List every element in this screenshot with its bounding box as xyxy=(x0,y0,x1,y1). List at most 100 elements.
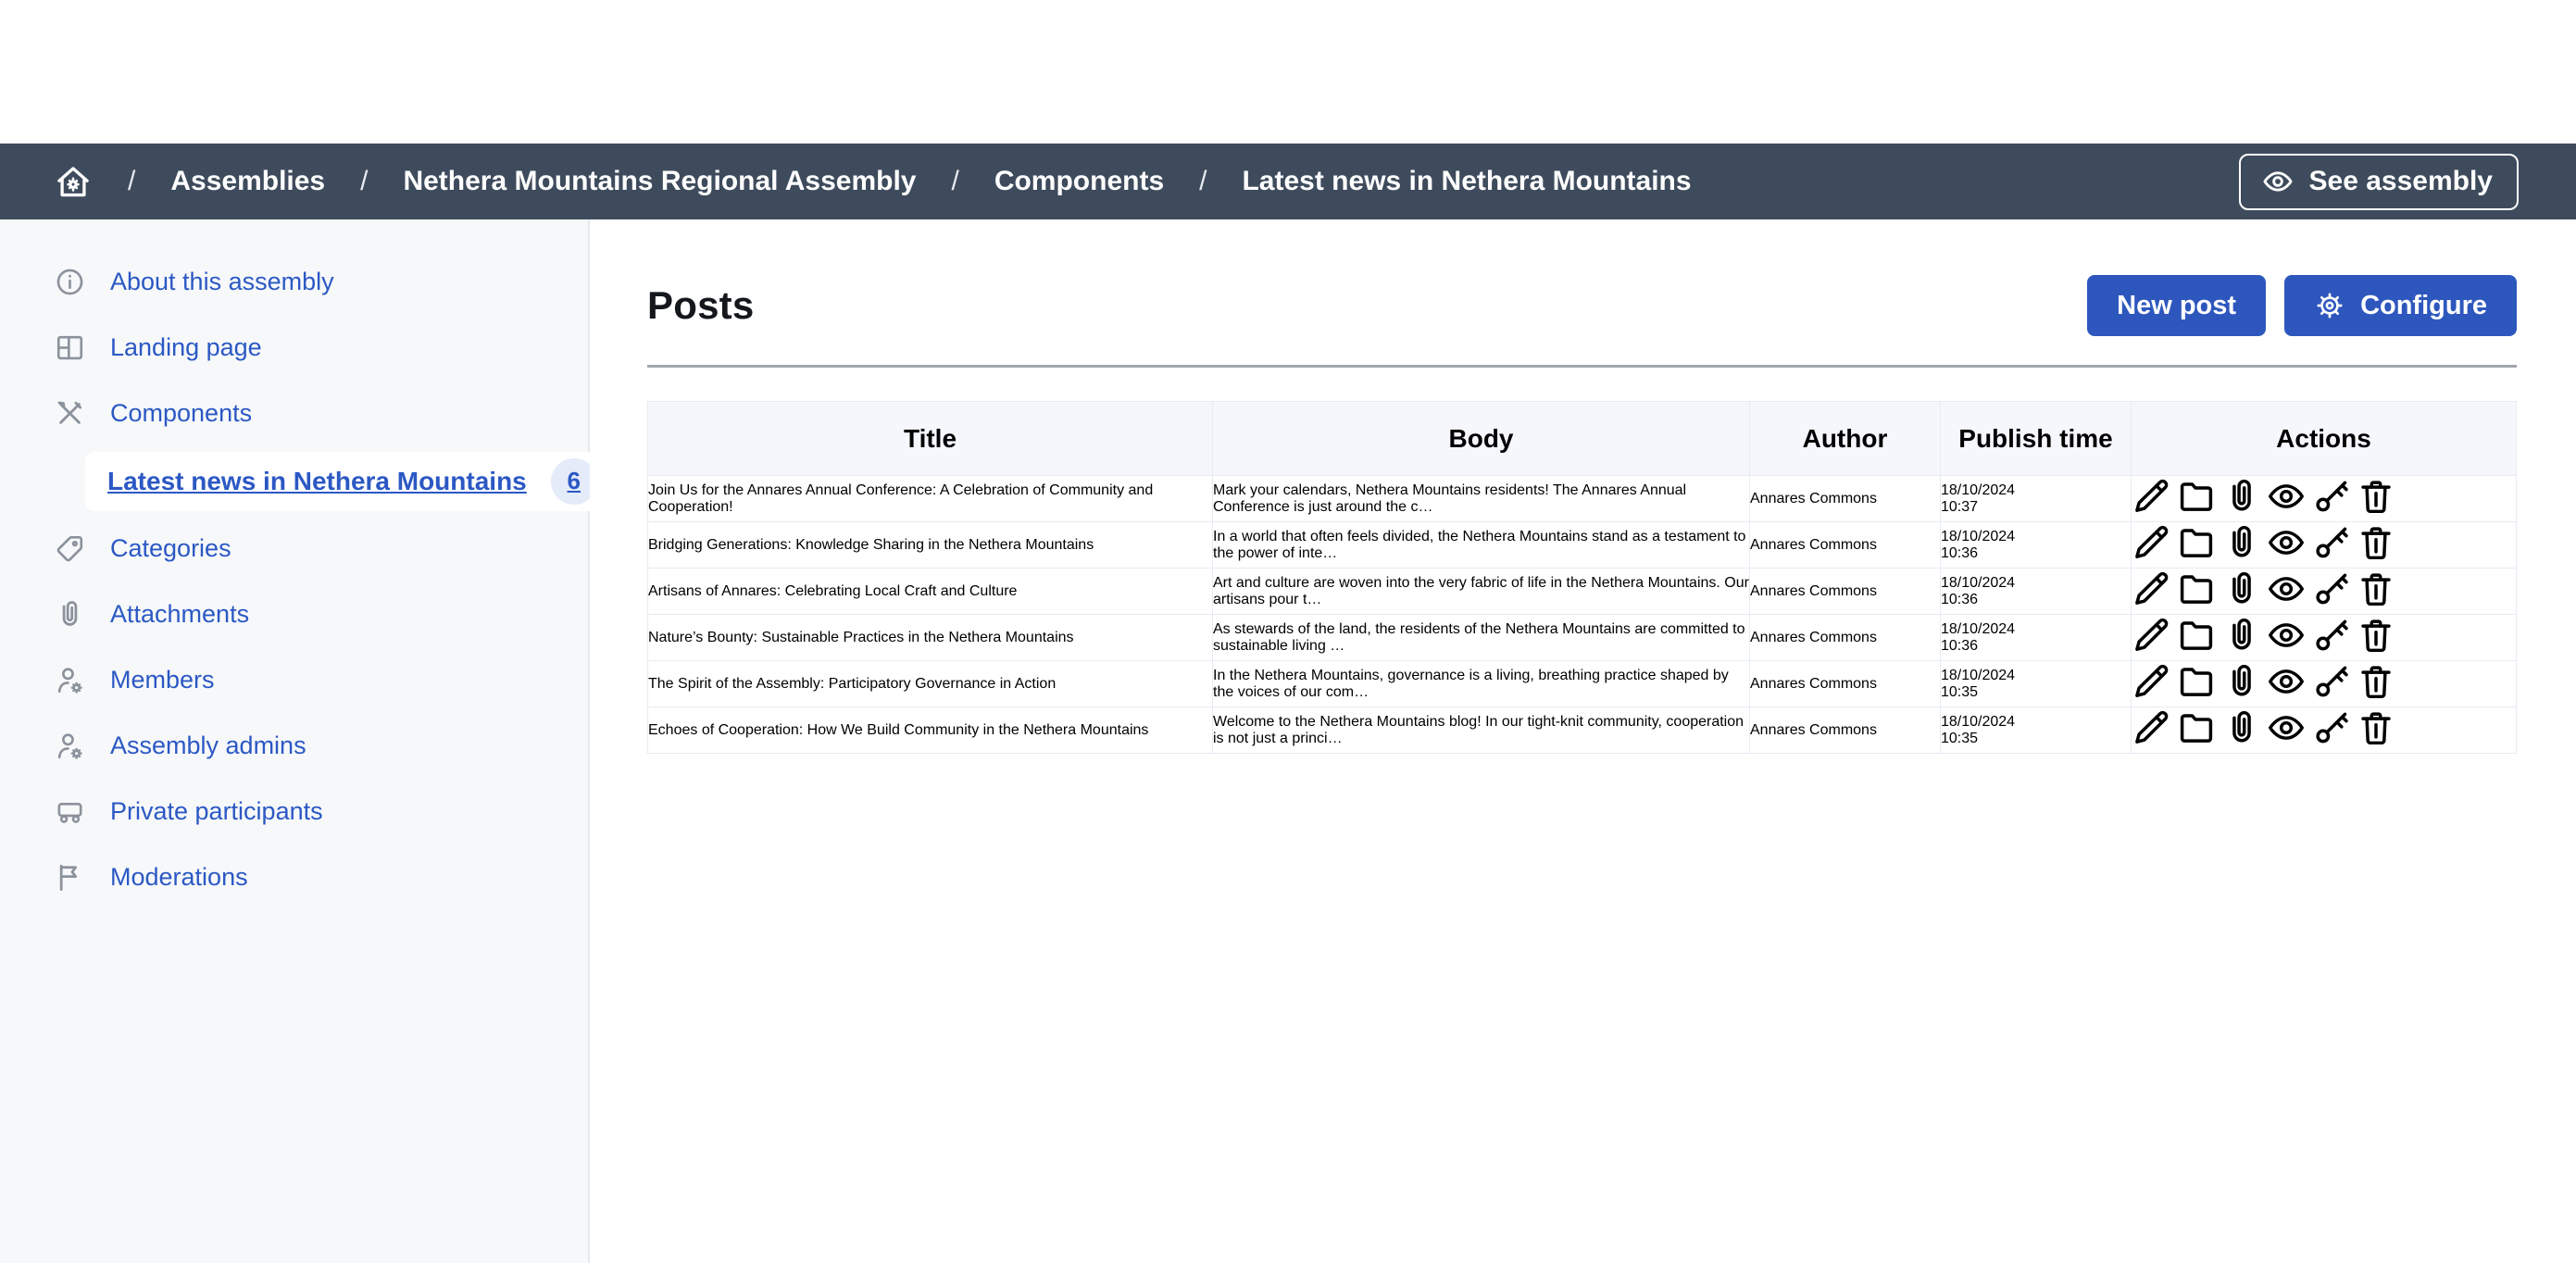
post-title-link[interactable]: The Spirit of the Assembly: Participator… xyxy=(648,676,1056,692)
see-assembly-button[interactable]: See assembly xyxy=(2239,154,2519,210)
column-header-author: Author xyxy=(1750,402,1941,476)
sidebar-item-label: About this assembly xyxy=(110,268,334,296)
preview-action eye-icon[interactable] xyxy=(2266,690,2307,706)
edit-action pencil-icon[interactable] xyxy=(2132,597,2172,613)
price-tag-icon xyxy=(54,532,86,565)
table-row: Bridging Generations: Knowledge Sharing … xyxy=(648,522,2517,569)
user-settings-icon xyxy=(54,730,86,762)
table-row: Nature’s Bounty: Sustainable Practices i… xyxy=(648,615,2517,661)
permissions-action key-icon[interactable] xyxy=(2311,736,2352,752)
attachments-action attachment-icon[interactable] xyxy=(2221,551,2262,567)
sidebar-subitem-wrap: Latest news in Nethera Mountains 6 xyxy=(0,446,588,516)
edit-action pencil-icon[interactable] xyxy=(2132,644,2172,659)
post-author: Annares Commons xyxy=(1750,476,1941,522)
section-divider xyxy=(647,365,2517,368)
attachments-action attachment-icon[interactable] xyxy=(2221,644,2262,659)
breadcrumb-separator: / xyxy=(951,166,958,197)
delete-action trash-icon[interactable] xyxy=(2356,551,2396,567)
breadcrumb-separator: / xyxy=(128,166,135,197)
permissions-action key-icon[interactable] xyxy=(2311,644,2352,659)
delete-action trash-icon[interactable] xyxy=(2356,505,2396,520)
post-title-link[interactable]: Echoes of Cooperation: How We Build Comm… xyxy=(648,722,1148,738)
post-publish-time: 18/10/202410:36 xyxy=(1941,569,2132,615)
attachment-icon xyxy=(54,598,86,631)
sidebar-item-assembly-admins[interactable]: Assembly admins xyxy=(0,713,588,779)
preview-action eye-icon[interactable] xyxy=(2266,736,2307,752)
preview-action eye-icon[interactable] xyxy=(2266,597,2307,613)
sidebar-item-moderations[interactable]: Moderations xyxy=(0,844,588,910)
post-body-excerpt: As stewards of the land, the residents o… xyxy=(1213,615,1750,661)
edit-action pencil-icon[interactable] xyxy=(2132,551,2172,567)
user-settings-icon xyxy=(54,664,86,696)
see-assembly-label: See assembly xyxy=(2309,166,2493,197)
post-title-link[interactable]: Nature’s Bounty: Sustainable Practices i… xyxy=(648,630,1074,645)
sidebar-item-label: Landing page xyxy=(110,333,262,362)
gear-icon xyxy=(2314,290,2345,321)
edit-action pencil-icon[interactable] xyxy=(2132,690,2172,706)
breadcrumb-assemblies[interactable]: Assemblies xyxy=(170,166,325,197)
breadcrumb-assembly[interactable]: Nethera Mountains Regional Assembly xyxy=(403,166,916,197)
sidebar-item-attachments[interactable]: Attachments xyxy=(0,581,588,647)
preview-action eye-icon[interactable] xyxy=(2266,551,2307,567)
folder-action folder-icon[interactable] xyxy=(2176,597,2217,613)
sidebar-item-members[interactable]: Members xyxy=(0,647,588,713)
info-icon xyxy=(54,266,86,298)
table-row: Echoes of Cooperation: How We Build Comm… xyxy=(648,707,2517,754)
permissions-action key-icon[interactable] xyxy=(2311,505,2352,520)
contacts-icon xyxy=(54,795,86,828)
page-title: Posts xyxy=(647,283,754,328)
sidebar-item-about[interactable]: About this assembly xyxy=(0,249,588,315)
folder-action folder-icon[interactable] xyxy=(2176,644,2217,659)
sidebar-item-label: Categories xyxy=(110,534,231,563)
permissions-action key-icon[interactable] xyxy=(2311,551,2352,567)
folder-action folder-icon[interactable] xyxy=(2176,736,2217,752)
table-row: The Spirit of the Assembly: Participator… xyxy=(648,661,2517,707)
delete-action trash-icon[interactable] xyxy=(2356,644,2396,659)
sidebar-item-components[interactable]: Components xyxy=(0,381,588,446)
configure-label: Configure xyxy=(2360,291,2487,321)
delete-action trash-icon[interactable] xyxy=(2356,736,2396,752)
permissions-action key-icon[interactable] xyxy=(2311,597,2352,613)
home-icon xyxy=(54,162,93,201)
sidebar-item-label: Private participants xyxy=(110,797,323,826)
delete-action trash-icon[interactable] xyxy=(2356,690,2396,706)
topbar: / Assemblies / Nethera Mountains Regiona… xyxy=(0,144,2576,219)
attachments-action attachment-icon[interactable] xyxy=(2221,597,2262,613)
sidebar-item-categories[interactable]: Categories xyxy=(0,516,588,581)
post-author: Annares Commons xyxy=(1750,661,1941,707)
post-title-link[interactable]: Bridging Generations: Knowledge Sharing … xyxy=(648,537,1094,553)
posts-table: Title Body Author Publish time Actions J… xyxy=(647,401,2517,754)
edit-action pencil-icon[interactable] xyxy=(2132,736,2172,752)
sidebar: About this assembly Landing page Compone… xyxy=(0,219,590,1263)
post-body-excerpt: In the Nethera Mountains, governance is … xyxy=(1213,661,1750,707)
post-body-excerpt: Welcome to the Nethera Mountains blog! I… xyxy=(1213,707,1750,754)
new-post-label: New post xyxy=(2117,291,2236,321)
sidebar-item-private-participants[interactable]: Private participants xyxy=(0,779,588,844)
column-header-publish-time: Publish time xyxy=(1941,402,2132,476)
folder-action folder-icon[interactable] xyxy=(2176,690,2217,706)
folder-action folder-icon[interactable] xyxy=(2176,551,2217,567)
sidebar-item-landing-page[interactable]: Landing page xyxy=(0,315,588,381)
configure-button[interactable]: Configure xyxy=(2284,275,2517,336)
post-body-excerpt: Mark your calendars, Nethera Mountains r… xyxy=(1213,476,1750,522)
post-title-link[interactable]: Join Us for the Annares Annual Conferenc… xyxy=(648,482,1153,515)
edit-action pencil-icon[interactable] xyxy=(2132,505,2172,520)
post-author: Annares Commons xyxy=(1750,615,1941,661)
breadcrumb-separator: / xyxy=(1199,166,1207,197)
preview-action eye-icon[interactable] xyxy=(2266,644,2307,659)
new-post-button[interactable]: New post xyxy=(2087,275,2266,336)
folder-action folder-icon[interactable] xyxy=(2176,505,2217,520)
attachments-action attachment-icon[interactable] xyxy=(2221,690,2262,706)
attachments-action attachment-icon[interactable] xyxy=(2221,505,2262,520)
post-body-excerpt: Art and culture are woven into the very … xyxy=(1213,569,1750,615)
preview-action eye-icon[interactable] xyxy=(2266,505,2307,520)
permissions-action key-icon[interactable] xyxy=(2311,690,2352,706)
delete-action trash-icon[interactable] xyxy=(2356,597,2396,613)
sidebar-item-label: Components xyxy=(110,399,252,428)
post-title-link[interactable]: Artisans of Annares: Celebrating Local C… xyxy=(648,583,1017,599)
home-button[interactable] xyxy=(54,162,93,201)
sidebar-item-latest-news-active[interactable]: Latest news in Nethera Mountains 6 xyxy=(85,452,618,511)
attachments-action attachment-icon[interactable] xyxy=(2221,736,2262,752)
breadcrumb-components[interactable]: Components xyxy=(994,166,1164,197)
breadcrumb-current-component[interactable]: Latest news in Nethera Mountains xyxy=(1242,166,1691,197)
